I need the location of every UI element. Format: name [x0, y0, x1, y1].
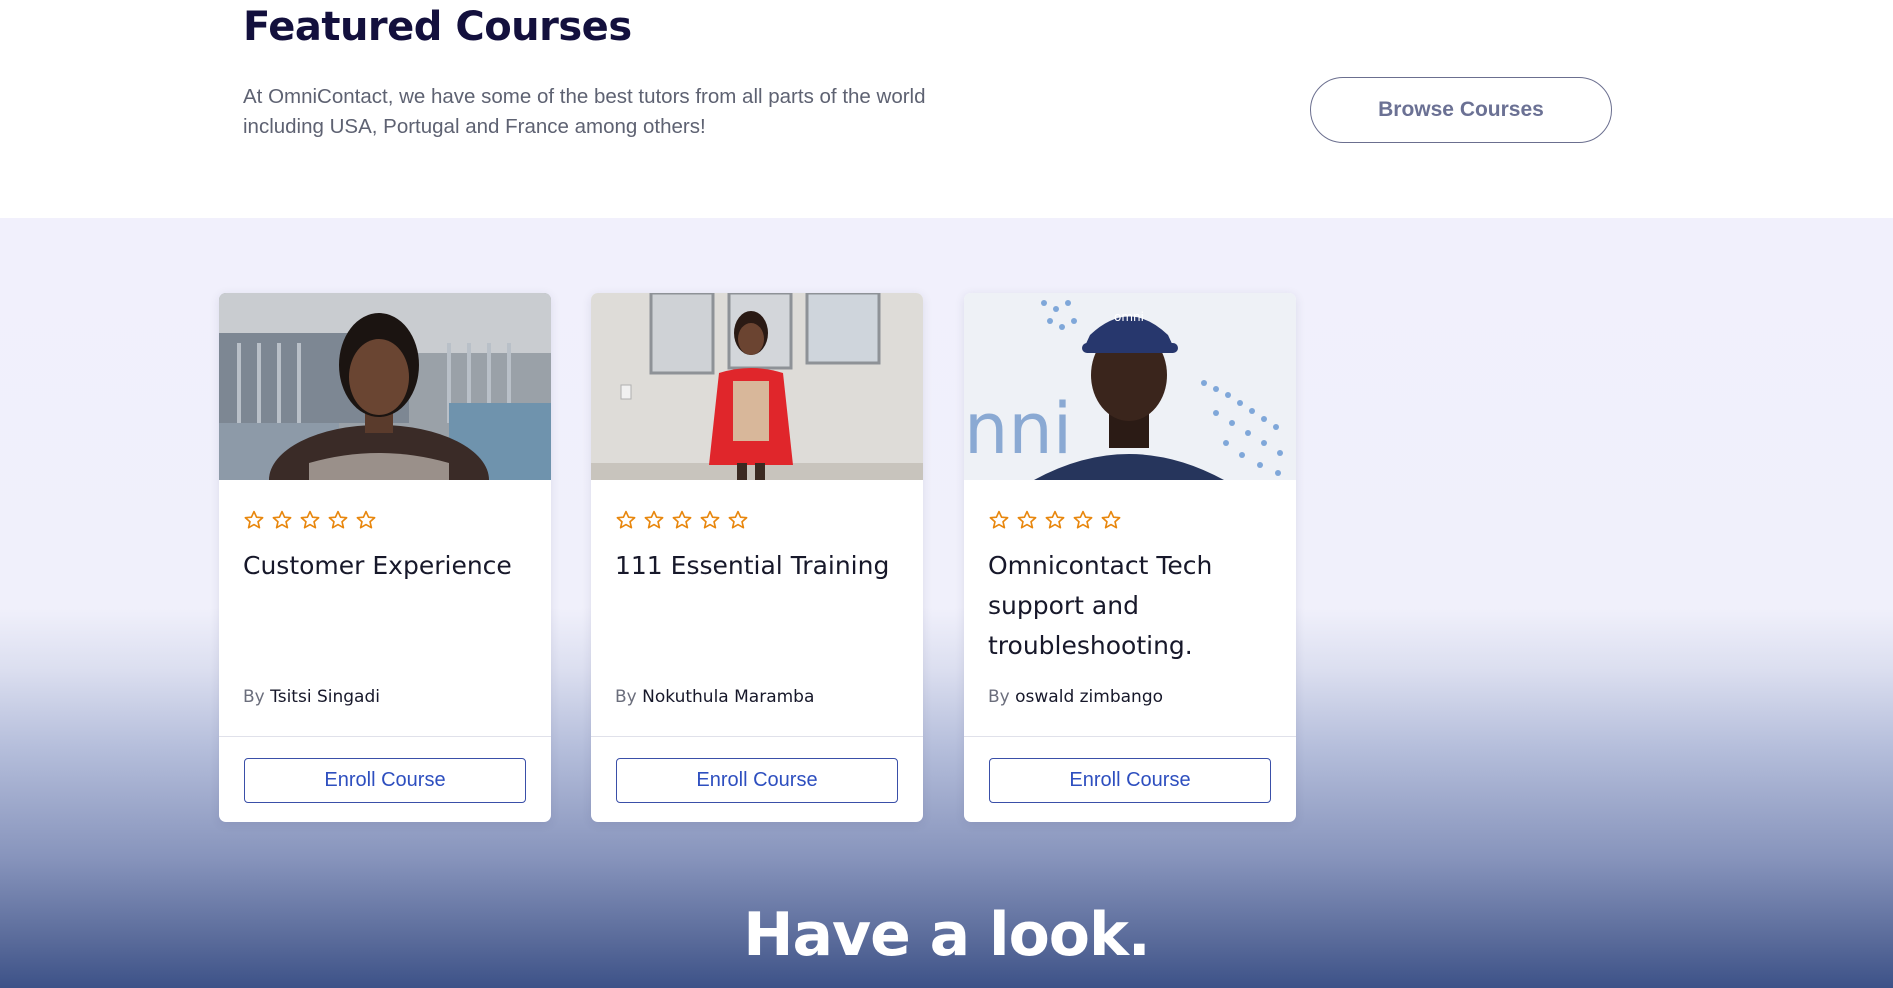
star-outline-icon: [1045, 510, 1065, 529]
course-author: By Nokuthula Maramba: [615, 687, 814, 707]
star-outline-icon: [356, 510, 376, 529]
star-outline-icon: [1017, 510, 1037, 529]
enroll-course-button[interactable]: Enroll Course: [616, 758, 898, 803]
star-outline-icon: [244, 510, 264, 529]
enroll-course-button[interactable]: Enroll Course: [244, 758, 526, 803]
author-name: Nokuthula Maramba: [642, 687, 815, 707]
course-author: By oswald zimbango: [988, 687, 1163, 707]
star-outline-icon: [616, 510, 636, 529]
course-photo: [219, 293, 551, 480]
course-title[interactable]: 111 Essential Training: [615, 546, 905, 586]
star-outline-icon: [989, 510, 1009, 529]
course-photo: nni omni: [964, 293, 1296, 480]
author-name: Tsitsi Singadi: [270, 687, 380, 707]
browse-courses-button[interactable]: Browse Courses: [1310, 77, 1612, 143]
rating-stars: [615, 509, 749, 531]
enroll-course-button[interactable]: Enroll Course: [989, 758, 1271, 803]
have-a-look-heading: Have a look.: [743, 900, 1150, 970]
rating-stars: [243, 509, 377, 531]
author-by-label: By: [988, 687, 1010, 707]
star-outline-icon: [1101, 510, 1121, 529]
star-outline-icon: [272, 510, 292, 529]
course-author: By Tsitsi Singadi: [243, 687, 380, 707]
author-name: oswald zimbango: [1015, 687, 1164, 707]
card-divider: [591, 736, 923, 737]
course-card[interactable]: nni omni Omnicontact Tech support and tr…: [964, 293, 1296, 822]
course-card[interactable]: 111 Essential Training By Nokuthula Mara…: [591, 293, 923, 822]
section-description: At OmniContact, we have some of the best…: [243, 85, 926, 138]
star-outline-icon: [672, 510, 692, 529]
svg-text:nni: nni: [964, 388, 1072, 470]
star-outline-icon: [1073, 510, 1093, 529]
star-outline-icon: [644, 510, 664, 529]
card-divider: [219, 736, 551, 737]
author-by-label: By: [615, 687, 637, 707]
star-outline-icon: [300, 510, 320, 529]
page: Featured Courses At OmniContact, we have…: [0, 0, 1893, 988]
course-card[interactable]: Customer Experience By Tsitsi Singadi En…: [219, 293, 551, 822]
star-outline-icon: [328, 510, 348, 529]
course-title[interactable]: Customer Experience: [243, 546, 533, 586]
section-title: Featured Courses: [243, 4, 632, 50]
card-divider: [964, 736, 1296, 737]
star-outline-icon: [728, 510, 748, 529]
course-title[interactable]: Omnicontact Tech support and troubleshoo…: [988, 546, 1278, 666]
featured-courses-intro: Featured Courses At OmniContact, we have…: [0, 0, 1893, 218]
course-photo: [591, 293, 923, 480]
star-outline-icon: [700, 510, 720, 529]
svg-text:omni: omni: [1114, 310, 1144, 324]
rating-stars: [988, 509, 1122, 531]
author-by-label: By: [243, 687, 265, 707]
